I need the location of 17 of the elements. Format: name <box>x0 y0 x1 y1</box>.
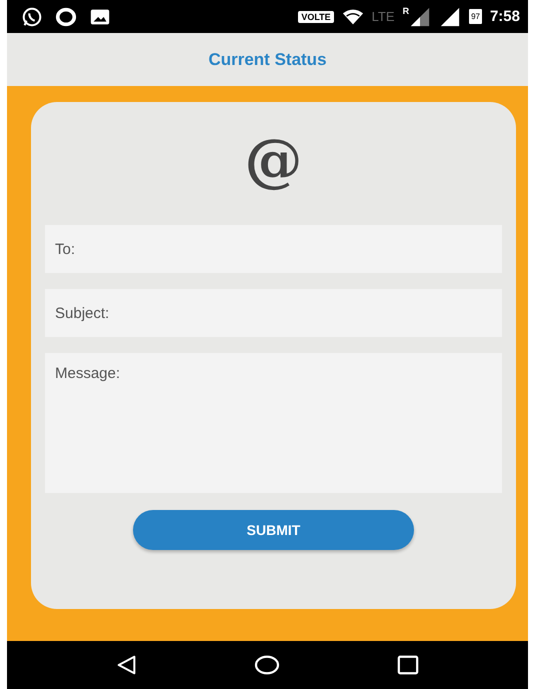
roaming-label: R <box>402 6 410 16</box>
battery-level: 97 <box>469 9 482 24</box>
input-field[interactable]: To: <box>45 225 502 273</box>
signal-icon <box>439 6 462 28</box>
home-icon[interactable] <box>254 654 280 676</box>
at-sign-logo: @ <box>244 130 302 190</box>
volte-badge: VOLTE <box>298 10 334 22</box>
submit-button[interactable]: SUBMIT <box>133 510 414 550</box>
ring-icon <box>55 6 77 28</box>
clock-time: 7:58 <box>490 8 520 25</box>
network-type: LTE <box>372 9 395 24</box>
message-field[interactable]: Message: <box>45 353 502 493</box>
input-field[interactable]: Subject: <box>45 289 502 337</box>
signal-icon <box>409 6 432 28</box>
screen-title: Current Status <box>208 50 327 70</box>
recent-apps-icon[interactable] <box>394 654 421 676</box>
chat-bubble-icon <box>21 6 43 28</box>
